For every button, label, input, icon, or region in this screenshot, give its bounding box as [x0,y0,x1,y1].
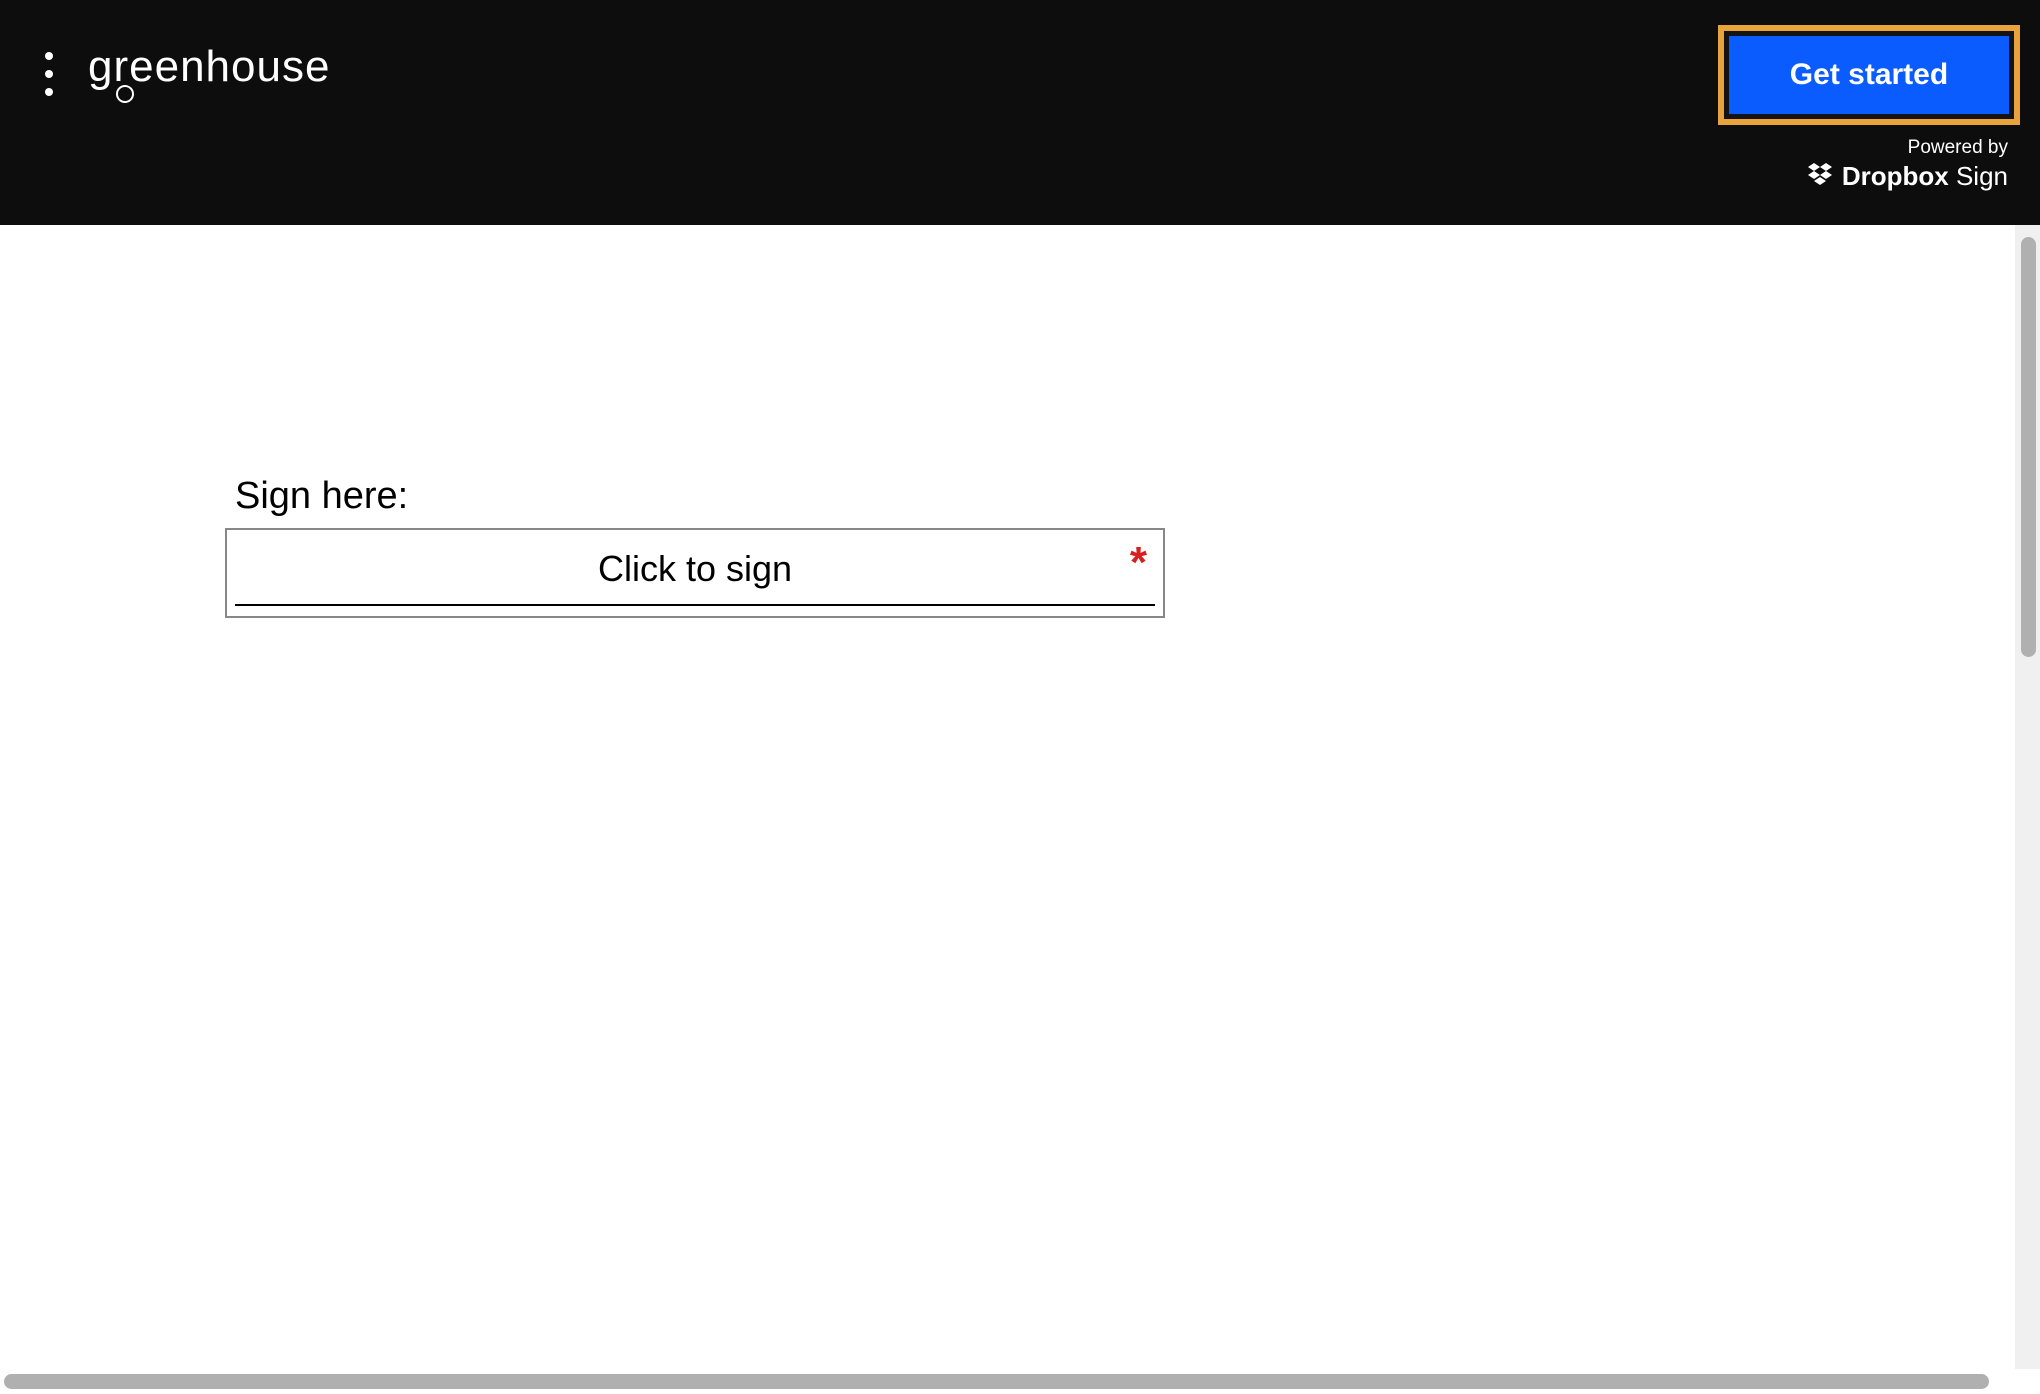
provider-name-bold: Dropbox [1842,161,1949,191]
horizontal-scrollbar-thumb[interactable] [4,1374,1989,1389]
get-started-button[interactable]: Get started [1729,36,2009,114]
provider-brand: Dropbox Sign [1808,161,2008,192]
app-header: greenhouse Get started Powered by [0,0,2040,225]
header-left: greenhouse [40,25,330,103]
cta-highlight-frame: Get started [1718,25,2020,125]
more-menu-button[interactable] [40,47,58,101]
dot-icon [45,88,53,96]
vertical-scrollbar[interactable] [2015,225,2040,1369]
powered-by: Powered by Dropbox Sign [1808,137,2020,192]
sign-here-label: Sign here: [235,475,2040,518]
provider-name: Dropbox Sign [1842,161,2008,192]
header-right: Get started Powered by Dropbox Sign [1718,25,2020,192]
brand-logo: greenhouse [88,45,330,103]
required-asterisk-icon: * [1130,538,1147,588]
dot-icon [45,52,53,60]
horizontal-scrollbar[interactable] [0,1369,2040,1394]
brand-logo-circle-icon [116,85,134,103]
dot-icon [45,70,53,78]
vertical-scrollbar-thumb[interactable] [2021,237,2036,657]
dropbox-icon [1808,161,1832,192]
signature-field[interactable]: Click to sign * [225,528,1165,618]
document-content: Sign here: Click to sign * [0,225,2040,1369]
powered-by-label: Powered by [1908,137,2008,159]
signature-line [235,604,1155,606]
provider-name-light: Sign [1956,161,2008,191]
brand-logo-text: greenhouse [88,45,330,89]
signature-placeholder: Click to sign [598,548,792,590]
